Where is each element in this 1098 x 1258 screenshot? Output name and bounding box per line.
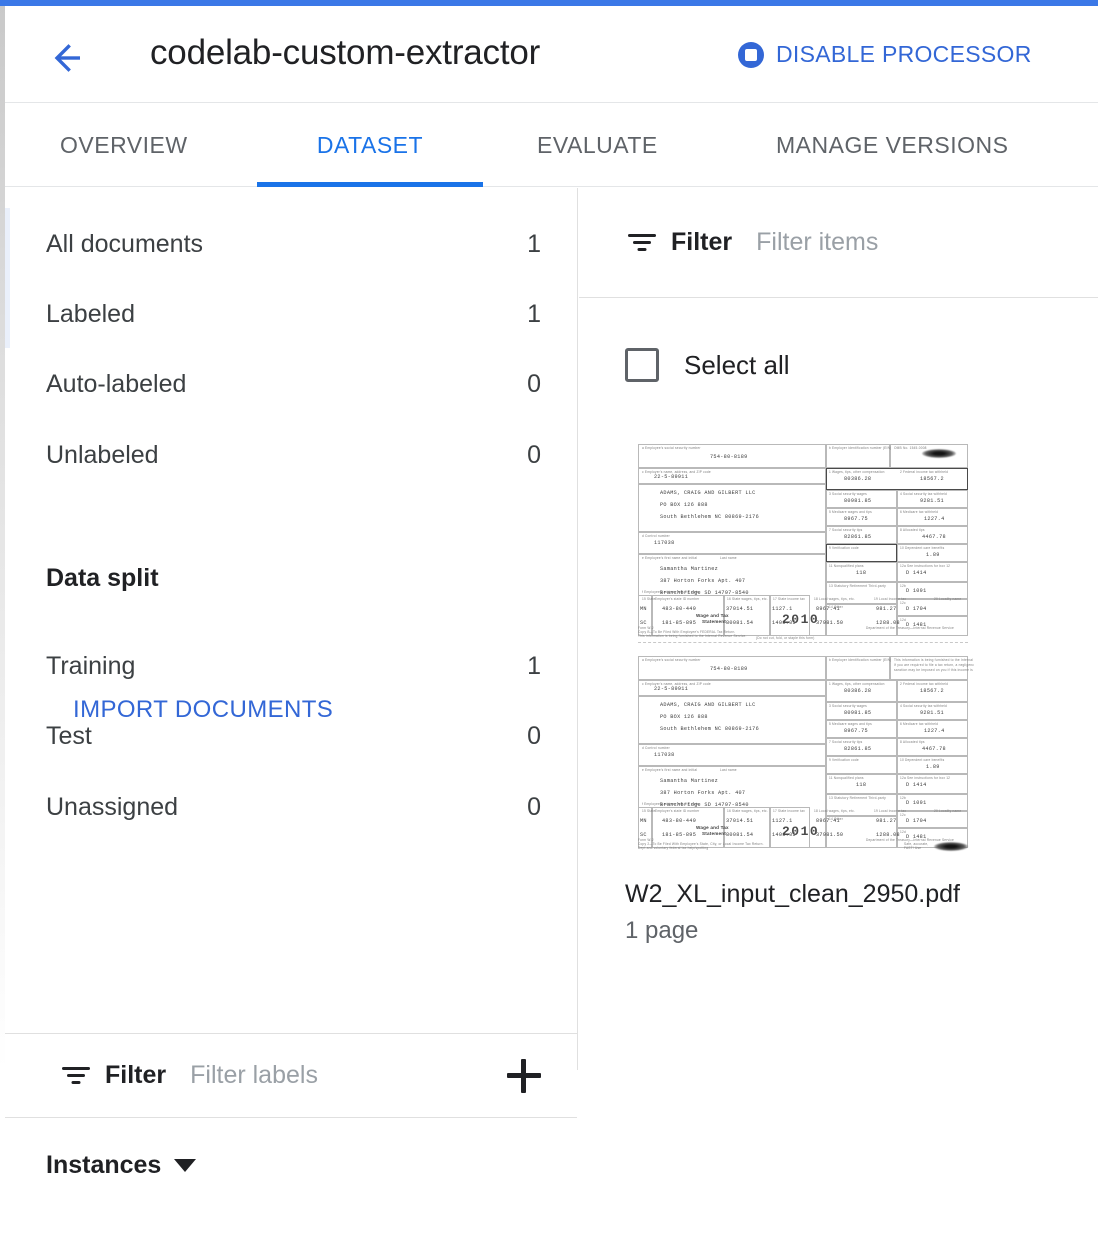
filter-items-input[interactable] (756, 228, 997, 257)
instances-section: Instances (5, 1118, 577, 1258)
sidebar-item-count: 0 (527, 440, 541, 469)
sidebar-item-count: 1 (527, 229, 541, 258)
active-tab-indicator (257, 182, 483, 187)
sidebar-item-label: Unlabeled (46, 440, 159, 469)
tab-dataset-label: DATASET (316, 131, 424, 158)
sidebar-item-label: Auto-labeled (46, 369, 187, 398)
page-header: codelab-custom-extractor DISABLE PROCESS… (5, 6, 1098, 103)
sidebar-item-label: Unassigned (46, 792, 179, 821)
back-button[interactable] (51, 40, 95, 76)
tab-manage-versions-label: MANAGE VERSIONS (776, 131, 1009, 158)
sidebar-item-all-documents[interactable]: All documents 1 (5, 209, 577, 279)
instances-toggle[interactable]: Instances (46, 1151, 197, 1180)
arrow-back-icon (54, 44, 80, 72)
tab-evaluate[interactable]: EVALUATE (537, 103, 658, 187)
w2-tax-form-thumbnail[interactable]: a Employee's social security number b Em… (634, 440, 974, 860)
sidebar-item-count: 1 (527, 651, 541, 680)
data-split-heading: Data split (46, 564, 159, 592)
add-label-plus-icon[interactable] (507, 1058, 541, 1093)
sidebar-item-count: 1 (527, 299, 541, 328)
w2-form-copy: a Employee's social security number b Em… (634, 440, 974, 638)
tab-dataset[interactable]: DATASET (257, 103, 483, 187)
stop-circle-icon (738, 41, 764, 68)
tab-overview-label: OVERVIEW (60, 131, 188, 158)
page-title: codelab-custom-extractor (150, 33, 541, 72)
chevron-down-icon (174, 1159, 197, 1172)
sidebar-item-unlabeled[interactable]: Unlabeled 0 (5, 420, 577, 490)
disable-processor-label: DISABLE PROCESSOR (776, 41, 1032, 67)
tab-overview[interactable]: OVERVIEW (60, 103, 188, 187)
instances-label: Instances (46, 1151, 162, 1179)
sidebar-item-count: 0 (527, 369, 541, 398)
disable-processor-button[interactable]: DISABLE PROCESSOR (738, 41, 1032, 68)
dataset-sidebar: All documents 1 Labeled 1 Auto-labeled 0… (5, 188, 578, 1179)
sidebar-item-test[interactable]: Test 0 (5, 701, 577, 771)
w2-form-copy: (Do not cut, fold, or staple this form) (638, 636, 974, 851)
sidebar-item-label: Labeled (46, 299, 135, 328)
sidebar-item-count: 0 (527, 792, 541, 821)
item-filter-bar: Filter (579, 188, 1098, 298)
document-card[interactable]: a Employee's social security number b Em… (625, 440, 1065, 945)
label-filter-bar: Filter (5, 1033, 577, 1118)
sidebar-item-label: All documents (46, 229, 204, 258)
filter-word-label: Filter (105, 1061, 167, 1089)
filter-list-icon[interactable] (61, 1065, 91, 1087)
sidebar-item-training[interactable]: Training 1 (5, 631, 577, 701)
tab-bar: OVERVIEW DATASET EVALUATE MANAGE VERSION… (5, 103, 1098, 187)
select-all-label: Select all (684, 349, 790, 380)
document-page-count: 1 page (625, 917, 699, 944)
tab-evaluate-label: EVALUATE (537, 131, 658, 158)
sidebar-item-count: 0 (527, 721, 541, 750)
document-name: W2_XL_input_clean_2950.pdf (625, 880, 960, 908)
sidebar-item-label: Training (46, 651, 136, 680)
filter-list-icon[interactable] (627, 232, 657, 254)
tab-manage-versions[interactable]: MANAGE VERSIONS (776, 103, 1008, 187)
select-all-checkbox[interactable] (625, 348, 659, 382)
filter-word-label: Filter (671, 228, 733, 256)
sidebar-item-label: Test (46, 721, 92, 750)
filter-labels-input[interactable] (190, 1061, 431, 1090)
dataset-content-panel: Filter Select all (579, 188, 1098, 1070)
sidebar-item-unassigned[interactable]: Unassigned 0 (5, 772, 577, 842)
sidebar-item-auto-labeled[interactable]: Auto-labeled 0 (5, 349, 577, 419)
select-all-row[interactable]: Select all (625, 348, 790, 382)
sidebar-item-labeled[interactable]: Labeled 1 (5, 279, 577, 349)
